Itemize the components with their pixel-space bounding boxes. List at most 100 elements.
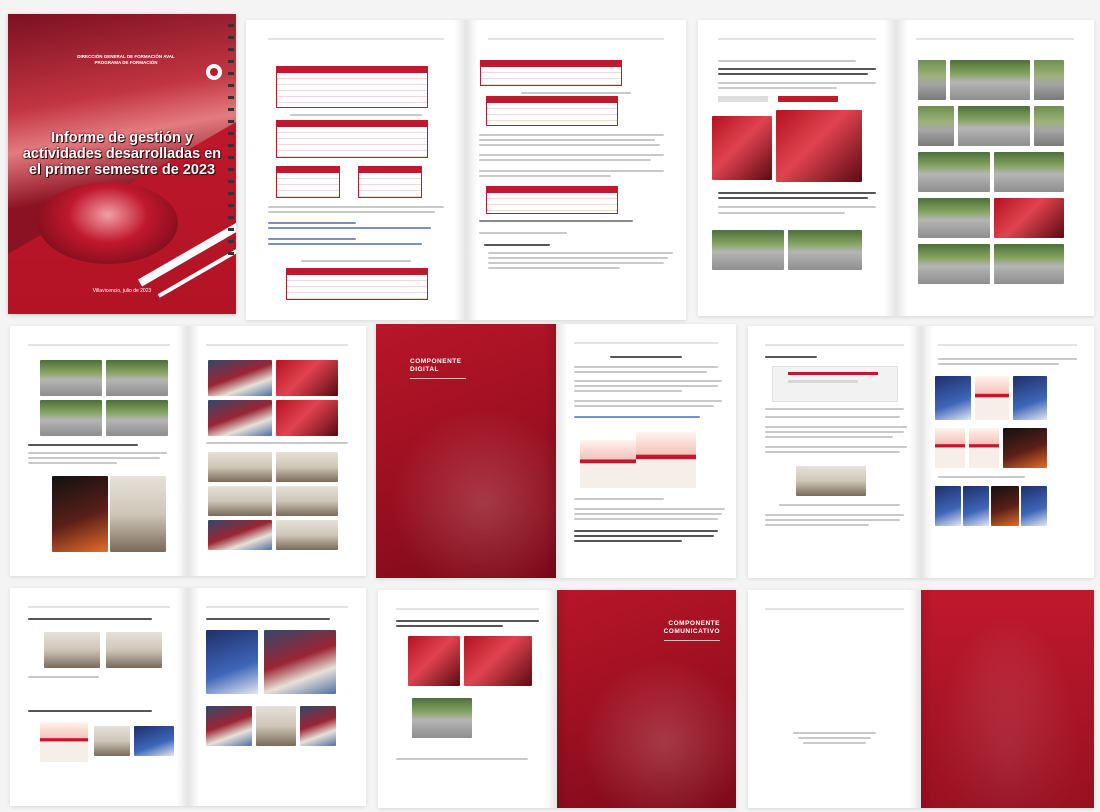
section-title-comunicativo: COMPONENTE COMUNICATIVO bbox=[664, 620, 720, 636]
page-left bbox=[10, 326, 188, 576]
page-right bbox=[896, 20, 1094, 316]
event-photo bbox=[276, 452, 338, 482]
event-photo bbox=[1034, 60, 1064, 100]
promo-flyer bbox=[975, 376, 1009, 420]
event-photo bbox=[208, 486, 272, 516]
promo-flyer bbox=[40, 722, 88, 762]
event-photo bbox=[408, 636, 460, 686]
event-photo bbox=[208, 360, 272, 396]
event-photo bbox=[412, 698, 472, 738]
promo-poster bbox=[963, 486, 989, 526]
event-photo bbox=[788, 230, 862, 270]
cover-institution: DIRECCIÓN GENERAL DE FORMACIÓN AVAL PROG… bbox=[66, 54, 186, 66]
page-left bbox=[10, 588, 188, 806]
promo-poster bbox=[52, 476, 108, 552]
event-photo bbox=[300, 706, 336, 746]
event-photo bbox=[1034, 106, 1064, 146]
spread-digital-campaign bbox=[748, 326, 1094, 578]
data-table bbox=[276, 66, 428, 108]
cover-date: Villavicencio, julio de 2023 bbox=[92, 288, 152, 294]
event-photo bbox=[208, 520, 272, 550]
event-photo bbox=[208, 452, 272, 482]
university-logo-icon bbox=[206, 64, 222, 80]
page-right bbox=[188, 326, 366, 576]
event-photo bbox=[918, 244, 990, 284]
spread-photo-report bbox=[698, 20, 1094, 316]
promo-flyer bbox=[969, 428, 999, 468]
event-photo bbox=[276, 520, 338, 550]
event-photo bbox=[110, 476, 166, 552]
event-photo bbox=[106, 400, 168, 436]
promo-flyer bbox=[636, 432, 696, 488]
section-title-digital: COMPONENTE DIGITAL bbox=[410, 358, 462, 374]
promo-poster bbox=[1013, 376, 1047, 420]
cover-title: Informe de gestión y actividades desarro… bbox=[22, 130, 222, 178]
event-photo bbox=[994, 244, 1064, 284]
event-photo bbox=[40, 400, 102, 436]
event-photo bbox=[918, 60, 946, 100]
event-photo bbox=[106, 360, 168, 396]
spread-tables bbox=[246, 20, 686, 320]
page-left bbox=[378, 590, 557, 808]
promo-poster bbox=[206, 630, 258, 694]
data-table bbox=[276, 166, 340, 198]
social-post bbox=[94, 726, 130, 756]
section-cover-comunicativo: COMPONENTE COMUNICATIVO bbox=[557, 590, 736, 808]
promo-flyer bbox=[580, 440, 640, 488]
promo-poster bbox=[935, 486, 961, 526]
section-title-line-2: COMUNICATIVO bbox=[663, 628, 720, 635]
event-photo bbox=[464, 636, 532, 686]
report-cover: DIRECCIÓN GENERAL DE FORMACIÓN AVAL PROG… bbox=[8, 14, 236, 314]
event-photo bbox=[776, 110, 862, 182]
cover-crowd-photo bbox=[38, 182, 178, 264]
page-left bbox=[246, 20, 466, 320]
page-left bbox=[748, 326, 921, 578]
promo-poster bbox=[935, 376, 971, 420]
section-cover-digital: COMPONENTE DIGITAL bbox=[376, 324, 556, 578]
event-photo bbox=[208, 400, 272, 436]
event-photo bbox=[950, 60, 1030, 100]
section-title-line-1: COMPONENTE bbox=[410, 358, 462, 365]
event-photo bbox=[276, 360, 338, 396]
page-left bbox=[698, 20, 896, 316]
social-post bbox=[106, 632, 162, 668]
data-table bbox=[480, 60, 622, 86]
event-photo bbox=[276, 400, 338, 436]
event-photo bbox=[994, 152, 1064, 192]
page-right bbox=[466, 20, 686, 320]
promo-poster bbox=[134, 726, 174, 756]
social-post bbox=[256, 706, 296, 746]
data-table bbox=[358, 166, 422, 198]
promo-poster bbox=[1021, 486, 1047, 526]
spread-closing bbox=[748, 590, 1094, 808]
graduation-photo bbox=[921, 590, 1094, 808]
event-photo bbox=[994, 198, 1064, 238]
cover-dot-pattern bbox=[228, 24, 234, 264]
cover-institution-line-2: PROGRAMA DE FORMACIÓN bbox=[94, 60, 158, 65]
data-table bbox=[276, 120, 428, 158]
spread-sports-photos bbox=[10, 326, 366, 576]
event-photo bbox=[712, 230, 784, 270]
event-photo bbox=[796, 466, 866, 496]
promo-flyer bbox=[935, 428, 965, 468]
event-photo bbox=[918, 198, 990, 238]
data-table bbox=[486, 96, 618, 126]
page-right bbox=[556, 324, 736, 578]
page-left bbox=[748, 590, 921, 808]
section-title-line-1: COMPONENTE bbox=[668, 620, 720, 627]
event-photo bbox=[918, 152, 990, 192]
event-photo bbox=[918, 106, 954, 146]
event-photo bbox=[40, 360, 102, 396]
data-table bbox=[486, 186, 618, 214]
page-right bbox=[188, 588, 366, 806]
event-photo bbox=[206, 706, 252, 746]
event-photo bbox=[712, 116, 772, 180]
spread-social-posts bbox=[10, 588, 366, 806]
page-right bbox=[921, 326, 1094, 578]
spread-componente-comunicativo: COMPONENTE COMUNICATIVO bbox=[378, 590, 736, 808]
event-photo bbox=[958, 106, 1030, 146]
data-table bbox=[286, 268, 428, 300]
event-photo bbox=[264, 630, 336, 694]
section-title-line-2: DIGITAL bbox=[410, 366, 440, 373]
event-photo bbox=[276, 486, 338, 516]
